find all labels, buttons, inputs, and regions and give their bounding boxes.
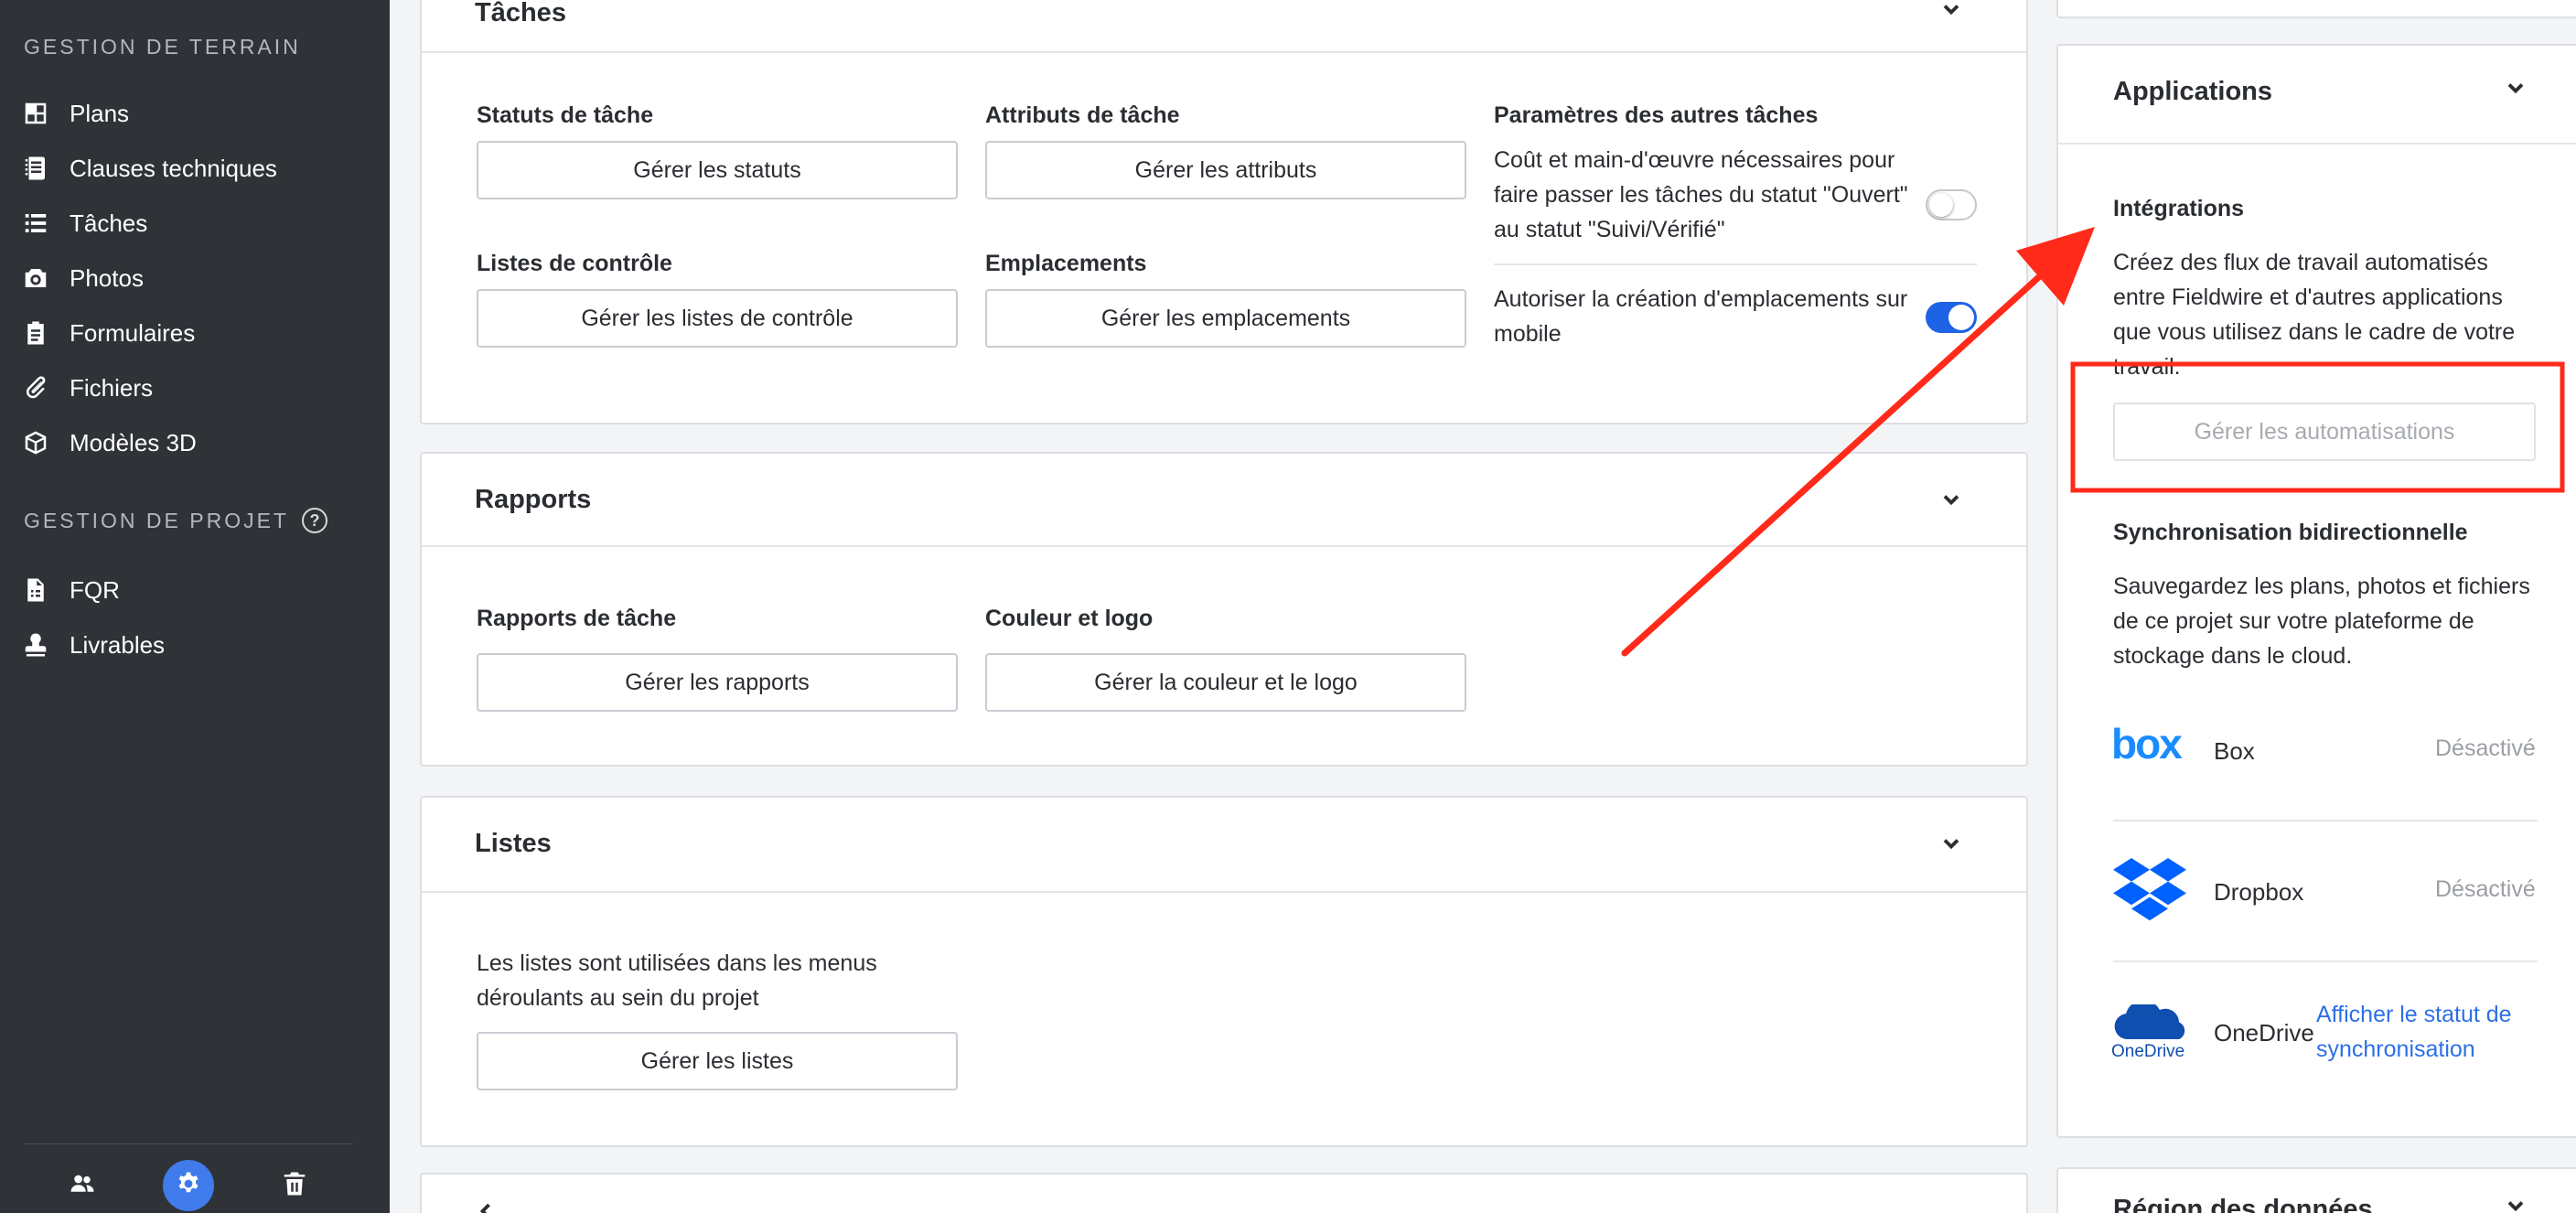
next-card [420,1173,2028,1213]
applications-card: Applications Intégrations Créez des flux… [2056,44,2576,1138]
color-logo-label: Couleur et logo [985,606,1154,631]
sidebar-item-plans[interactable]: Plans [20,95,129,132]
reports-card: Rapports Rapports de tâche Gérer les rap… [420,452,2028,767]
chevron-down-icon[interactable] [1938,831,1964,856]
sidebar-item-tasks[interactable]: Tâches [20,205,147,242]
settings-button[interactable] [163,1160,214,1211]
divider [1494,263,1977,265]
onedrive-logo-text: OneDrive [2111,1042,2185,1061]
manage-locations-button[interactable]: Gérer les emplacements [985,289,1466,348]
people-icon [69,1170,96,1202]
tasks-card-header[interactable]: Tâches [422,0,2026,53]
sidebar-item-forms[interactable]: Formulaires [20,315,195,351]
sidebar-item-label: Fichiers [70,373,154,402]
sidebar-item-specifications[interactable]: Clauses techniques [20,150,277,187]
box-status[interactable]: Désactivé [2435,735,2536,762]
lists-card-header[interactable]: Listes [422,798,2026,893]
manage-checklists-button[interactable]: Gérer les listes de contrôle [477,289,958,348]
dropbox-name: Dropbox [2214,878,2304,906]
tasks-card: Tâches Statuts de tâche Gérer les statut… [420,0,2028,424]
manage-lists-button[interactable]: Gérer les listes [477,1032,958,1090]
other-settings-label: Paramètres des autres tâches [1494,102,1819,128]
box-logo: box [2111,720,2183,768]
chevron-icon[interactable] [473,1198,499,1213]
attributes-label: Attributs de tâche [985,102,1180,128]
task-reports-label: Rapports de tâche [477,606,677,631]
sidebar-item-label: Livrables [70,630,166,659]
box-name: Box [2214,737,2255,765]
previous-card [2056,0,2576,18]
card-title: Applications [2113,77,2273,106]
sidebar-item-3d-models[interactable]: Modèles 3D [20,424,197,461]
forms-icon [20,317,51,349]
chevron-down-icon[interactable] [1938,487,1964,512]
checklists-label: Listes de contrôle [477,251,672,276]
integrations-label: Intégrations [2113,196,2245,221]
cube-icon [20,427,51,458]
sidebar-divider [24,1143,353,1144]
people-button[interactable] [57,1160,108,1211]
sidebar-item-files[interactable]: Fichiers [20,370,153,406]
trash-icon [281,1170,308,1202]
data-region-card: Région des données [2056,1167,2576,1213]
chevron-down-icon[interactable] [1938,0,1964,22]
cost-labor-toggle[interactable] [1926,189,1977,220]
manage-reports-button[interactable]: Gérer les rapports [477,653,958,712]
card-title: Listes [475,829,552,858]
manage-statuses-button[interactable]: Gérer les statuts [477,141,958,199]
reports-card-header[interactable]: Rapports [422,454,2026,547]
lists-description: Les listes sont utilisées dans les menus… [477,950,877,1011]
manage-color-logo-button[interactable]: Gérer la couleur et le logo [985,653,1466,712]
sidebar-item-label: Clauses techniques [70,154,277,182]
sync-description: Sauvegardez les plans, photos et fichier… [2113,574,2530,669]
sidebar-item-label: Plans [70,99,130,127]
mobile-locations-setting-text: Autoriser la création d'emplacements sur… [1494,286,1908,347]
divider [2113,961,2538,962]
onedrive-sync-status-link[interactable]: Afficher le statut de synchronisation [2316,997,2576,1067]
sidebar-item-label: Tâches [70,209,148,237]
card-title: Tâches [475,0,566,27]
sidebar-item-label: FQR [70,575,120,604]
sidebar: GESTION DE TERRAIN Plans Clauses techniq… [0,0,390,1213]
document-icon [20,574,51,606]
onedrive-cloud-icon [2111,1000,2188,1040]
divider [2113,820,2538,821]
dropbox-status[interactable]: Désactivé [2435,876,2536,903]
lists-card: Listes Les listes sont utilisées dans le… [420,796,2028,1147]
help-icon[interactable]: ? [301,508,327,533]
onedrive-name: OneDrive [2214,1019,2314,1047]
sidebar-item-photos[interactable]: Photos [20,260,144,296]
manage-attributes-button[interactable]: Gérer les attributs [985,141,1466,199]
sidebar-item-label: Photos [70,263,144,292]
paperclip-icon [20,372,51,403]
chevron-down-icon[interactable] [2503,1193,2528,1213]
camera-icon [20,263,51,294]
sidebar-item-fqr[interactable]: FQR [20,572,120,608]
integrations-description: Créez des flux de travail automatisés en… [2113,250,2516,380]
chevron-down-icon[interactable] [2503,75,2528,101]
applications-card-header[interactable]: Applications [2058,46,2576,145]
sidebar-item-label: Modèles 3D [70,428,197,456]
trash-button[interactable] [269,1160,320,1211]
sidebar-item-deliverables[interactable]: Livrables [20,627,165,663]
statuses-label: Statuts de tâche [477,102,654,128]
dropbox-logo [2113,858,2186,924]
section-heading-field: GESTION DE TERRAIN [24,35,301,59]
specifications-icon [20,153,51,184]
section-heading-project: GESTION DE PROJET ? [24,508,327,533]
card-title: Rapports [475,485,592,514]
two-way-sync-label: Synchronisation bidirectionnelle [2113,520,2468,545]
mobile-locations-toggle[interactable] [1926,302,1977,333]
cost-labor-setting-text: Coût et main-d'œuvre nécessaires pour fa… [1494,147,1908,242]
tasks-icon [20,208,51,239]
card-title: Région des données [2113,1195,2373,1213]
plans-icon [20,98,51,129]
stamp-icon [20,629,51,660]
gear-icon [175,1170,202,1202]
locations-label: Emplacements [985,251,1147,276]
sidebar-item-label: Formulaires [70,318,196,347]
manage-automations-button[interactable]: Gérer les automatisations [2113,403,2536,461]
